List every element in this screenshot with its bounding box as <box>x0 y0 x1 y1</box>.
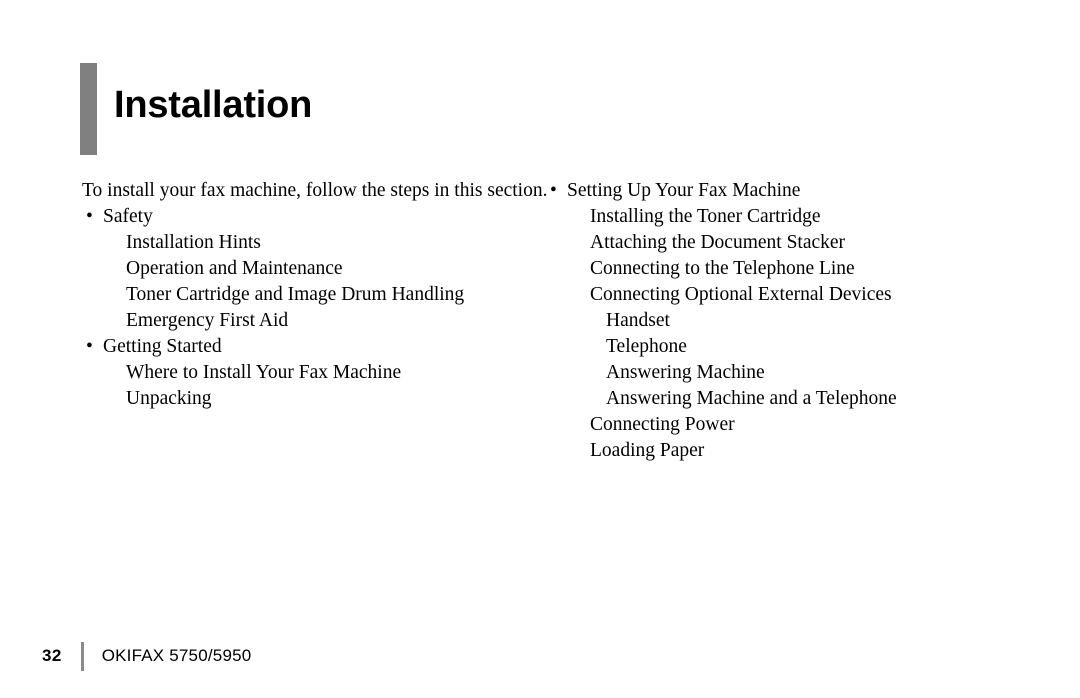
toc-item-label: Answering Machine <box>606 362 765 383</box>
toc-item-label: Telephone <box>606 336 687 357</box>
toc-sub-item: Connecting to the Telephone Line <box>546 256 1006 282</box>
toc-sub-item: Connecting Optional External Devices <box>546 282 1006 308</box>
toc-sub-item: Attaching the Document Stacker <box>546 230 1006 256</box>
heading-accent-bar <box>80 63 97 155</box>
toc-item-label: Getting Started <box>103 336 222 357</box>
page-title: Installation <box>114 83 313 126</box>
intro-paragraph: To install your fax machine, follow the … <box>82 180 548 201</box>
contents-column-left: To install your fax machine, follow the … <box>82 178 548 412</box>
bullet-icon: • <box>86 206 93 227</box>
toc-sub-item: Answering Machine and a Telephone <box>546 386 1006 412</box>
toc-item-label: Unpacking <box>126 388 212 409</box>
toc-item-label: Installation Hints <box>126 232 261 253</box>
toc-sub-item: Installing the Toner Cartridge <box>546 204 1006 230</box>
toc-list-right: • Setting Up Your Fax Machine Installing t… <box>546 178 1006 464</box>
toc-item-label: Safety <box>103 206 153 227</box>
bullet-icon: • <box>86 336 93 357</box>
toc-sub-item: Unpacking <box>82 386 522 412</box>
toc-item-label: Setting Up Your Fax Machine <box>567 180 801 201</box>
toc-sub-item: Answering Machine <box>546 360 1006 386</box>
contents-column-right: • Setting Up Your Fax Machine Installing t… <box>546 178 1006 464</box>
toc-sub-item: Toner Cartridge and Image Drum Handling <box>82 282 522 308</box>
footer-product-label: OKIFAX 5750/5950 <box>101 646 252 665</box>
toc-item-label: Connecting to the Telephone Line <box>590 258 855 279</box>
bullet-icon: • <box>550 180 557 201</box>
toc-sub-item: Loading Paper <box>546 438 1006 464</box>
toc-sub-item: Emergency First Aid <box>82 308 522 334</box>
toc-item-label: Handset <box>606 310 670 331</box>
toc-sub-item: Telephone <box>546 334 1006 360</box>
toc-item-label: Where to Install Your Fax Machine <box>126 362 402 383</box>
page-header: Installation <box>80 63 312 155</box>
toc-sub-item: Where to Install Your Fax Machine <box>82 360 522 386</box>
footer-divider <box>80 641 84 671</box>
page-number: 32 <box>42 646 62 665</box>
toc-sub-item: Operation and Maintenance <box>82 256 522 282</box>
toc-sub-item: Installation Hints <box>82 230 522 256</box>
toc-item-label: Answering Machine and a Telephone <box>606 388 897 409</box>
toc-section-item: • Safety <box>82 204 522 230</box>
toc-item-label: Emergency First Aid <box>126 310 289 331</box>
toc-section-item: • Setting Up Your Fax Machine <box>546 178 1006 204</box>
toc-sub-item: Connecting Power <box>546 412 1006 438</box>
toc-sub-item: Handset <box>546 308 1006 334</box>
toc-list-left: • Safety Installation Hints Operation and M… <box>82 204 522 412</box>
toc-item-label: Connecting Optional External Devices <box>590 284 892 305</box>
toc-item-label: Operation and Maintenance <box>126 258 343 279</box>
toc-item-label: Loading Paper <box>590 440 705 461</box>
toc-item-label: Attaching the Document Stacker <box>590 232 846 253</box>
toc-item-label: Toner Cartridge and Image Drum Handling <box>126 284 465 305</box>
toc-item-label: Connecting Power <box>590 414 735 435</box>
toc-item-label: Installing the Toner Cartridge <box>590 206 821 227</box>
page-footer: 32 OKIFAX 5750/5950 <box>42 641 251 671</box>
toc-section-item: • Getting Started <box>82 334 522 360</box>
